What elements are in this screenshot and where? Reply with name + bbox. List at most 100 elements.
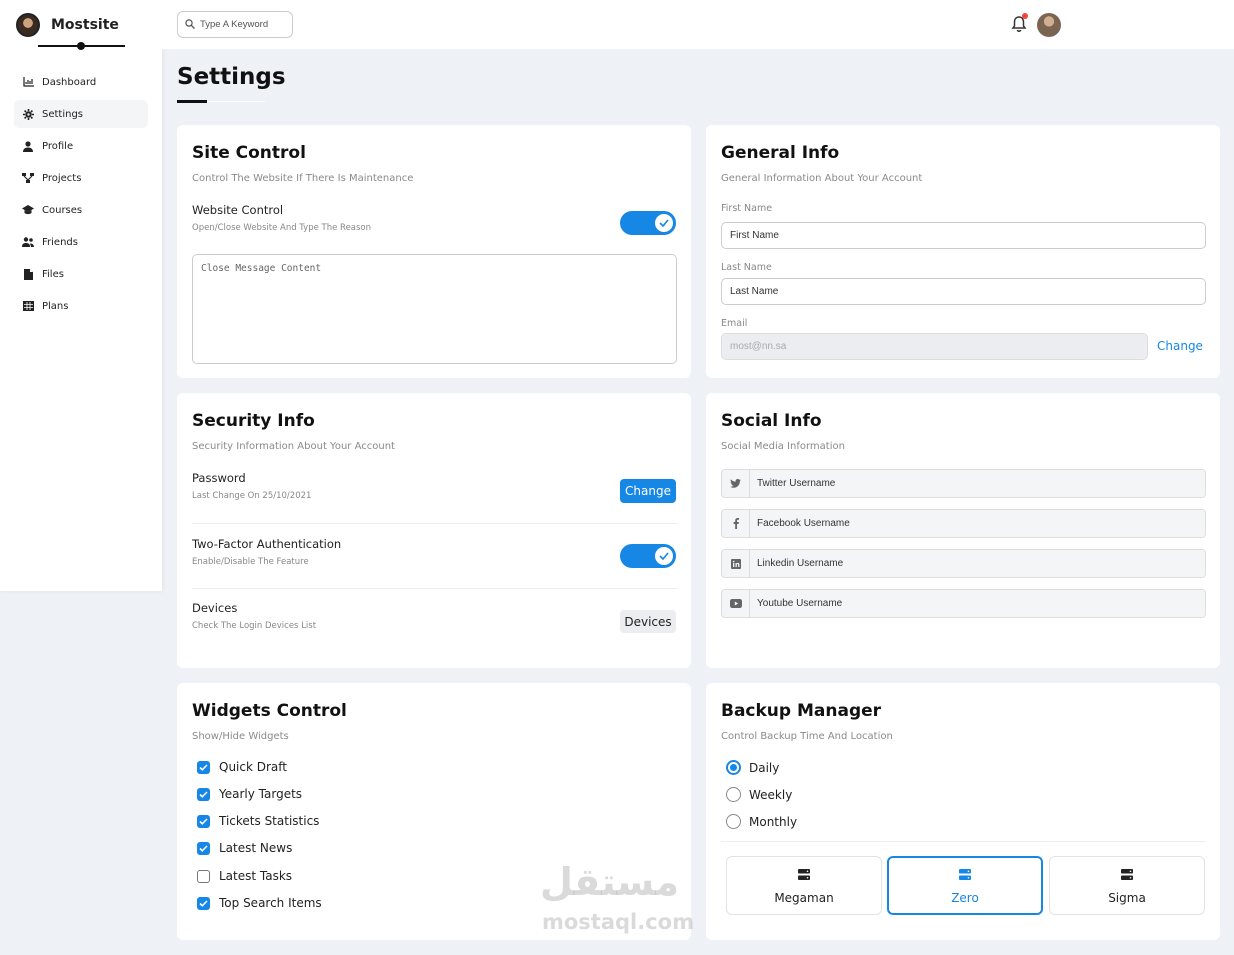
card-subtitle: Show/Hide Widgets (192, 731, 289, 742)
widget-label: Yearly Targets (219, 787, 303, 801)
last-name-field[interactable] (721, 278, 1206, 305)
change-email-link[interactable]: Change (1157, 339, 1203, 353)
card-title: Security Info (192, 411, 315, 431)
widget-checkbox-tickets-statistics[interactable]: Tickets Statistics (197, 814, 319, 828)
sidebar-item-files[interactable]: Files (14, 260, 148, 288)
card-title: General Info (721, 143, 840, 163)
widgets-control-card: Widgets Control Show/Hide Widgets Quick … (177, 683, 691, 940)
widget-checkbox-latest-news[interactable]: Latest News (197, 841, 292, 855)
sidebar-item-label: Plans (42, 300, 69, 312)
checkbox-checked-icon (197, 760, 210, 774)
youtube-field-group (721, 589, 1206, 618)
close-message-textarea[interactable] (192, 254, 677, 364)
radio-unselected-icon (726, 814, 741, 829)
devices-button[interactable]: Devices (620, 610, 676, 633)
sidebar-item-plans[interactable]: Plans (14, 292, 148, 320)
server-icon (798, 867, 810, 885)
checkbox-unchecked-icon (197, 869, 210, 883)
linkedin-username-input[interactable] (750, 550, 1205, 577)
sidebar-item-dashboard[interactable]: Dashboard (14, 68, 148, 96)
radio-label: Weekly (749, 787, 793, 802)
social-info-card: Social Info Social Media Information (706, 393, 1220, 668)
email-label: Email (721, 318, 748, 329)
sidebar-item-friends[interactable]: Friends (14, 228, 148, 256)
backup-option-weekly[interactable]: Weekly (726, 787, 792, 802)
sidebar-item-courses[interactable]: Courses (14, 196, 148, 224)
card-title: Widgets Control (192, 701, 347, 721)
email-field (721, 333, 1148, 360)
last-name-label: Last Name (721, 262, 772, 273)
check-icon (655, 214, 673, 232)
card-subtitle: Security Information About Your Account (192, 441, 395, 452)
sidebar-item-label: Courses (42, 204, 83, 216)
sidebar-nav: Dashboard Settings Profile Projects Cour… (14, 68, 148, 324)
widget-checkbox-yearly-targets[interactable]: Yearly Targets (197, 787, 302, 801)
facebook-icon (722, 510, 750, 537)
widget-label: Tickets Statistics (219, 814, 320, 828)
graduation-cap-icon (22, 204, 34, 216)
table-icon (22, 300, 34, 312)
widget-checkbox-quick-draft[interactable]: Quick Draft (197, 760, 287, 774)
twitter-username-input[interactable] (750, 470, 1205, 497)
widget-label: Top Search Items (219, 896, 322, 910)
backup-manager-card: Backup Manager Control Backup Time And L… (706, 683, 1220, 940)
first-name-field[interactable] (721, 222, 1206, 249)
youtube-icon (722, 590, 750, 617)
search-icon (185, 16, 195, 34)
sidebar: Mostsite Dashboard Settings Profile Proj… (0, 0, 162, 591)
radio-unselected-icon (726, 787, 741, 802)
server-icon (1121, 867, 1133, 885)
website-control-desc: Open/Close Website And Type The Reason (192, 223, 372, 233)
server-option-sigma[interactable]: Sigma (1049, 856, 1205, 915)
sidebar-item-label: Friends (42, 236, 78, 248)
chart-area-icon (22, 76, 34, 88)
twitter-icon (722, 470, 750, 497)
server-name: Sigma (1108, 890, 1146, 905)
widget-label: Latest News (219, 841, 293, 855)
backup-option-monthly[interactable]: Monthly (726, 814, 797, 829)
two-factor-title: Two-Factor Authentication (192, 537, 342, 551)
two-factor-desc: Enable/Disable The Feature (192, 557, 309, 567)
server-name: Zero (951, 890, 979, 905)
twitter-field-group (721, 469, 1206, 498)
card-subtitle: Social Media Information (721, 441, 845, 452)
security-info-card: Security Info Security Information About… (177, 393, 691, 668)
radio-selected-icon (726, 760, 741, 775)
topbar (162, 0, 1234, 49)
two-factor-toggle[interactable] (620, 544, 676, 568)
divider (192, 523, 677, 524)
sidebar-item-projects[interactable]: Projects (14, 164, 148, 192)
widget-label: Quick Draft (219, 760, 287, 774)
server-icon (959, 867, 971, 885)
user-icon (22, 140, 34, 152)
sidebar-item-label: Files (42, 268, 64, 280)
checkbox-checked-icon (197, 896, 210, 910)
search-input[interactable] (200, 19, 288, 30)
divider (721, 841, 1206, 842)
server-option-megaman[interactable]: Megaman (726, 856, 882, 915)
sidebar-item-settings[interactable]: Settings (14, 100, 148, 128)
avatar[interactable] (1037, 13, 1061, 37)
file-icon (22, 268, 34, 280)
checkbox-checked-icon (197, 814, 210, 828)
widget-checkbox-latest-tasks[interactable]: Latest Tasks (197, 869, 292, 883)
card-subtitle: Control Backup Time And Location (721, 731, 893, 742)
gear-icon (22, 108, 34, 120)
card-title: Site Control (192, 143, 306, 163)
sidebar-item-profile[interactable]: Profile (14, 132, 148, 160)
first-name-label: First Name (721, 203, 773, 214)
divider (192, 588, 677, 589)
youtube-username-input[interactable] (750, 590, 1205, 617)
card-title: Social Info (721, 411, 822, 431)
backup-option-daily[interactable]: Daily (726, 760, 779, 775)
change-password-button[interactable]: Change (620, 479, 676, 503)
linkedin-field-group (721, 549, 1206, 578)
devices-title: Devices (192, 601, 238, 615)
server-option-zero[interactable]: Zero (887, 856, 1043, 915)
sidebar-item-label: Projects (42, 172, 82, 184)
facebook-username-input[interactable] (750, 510, 1205, 537)
password-desc: Last Change On 25/10/2021 (192, 491, 312, 501)
website-control-toggle[interactable] (620, 211, 676, 235)
site-control-card: Site Control Control The Website If Ther… (177, 125, 691, 378)
widget-checkbox-top-search-items[interactable]: Top Search Items (197, 896, 322, 910)
